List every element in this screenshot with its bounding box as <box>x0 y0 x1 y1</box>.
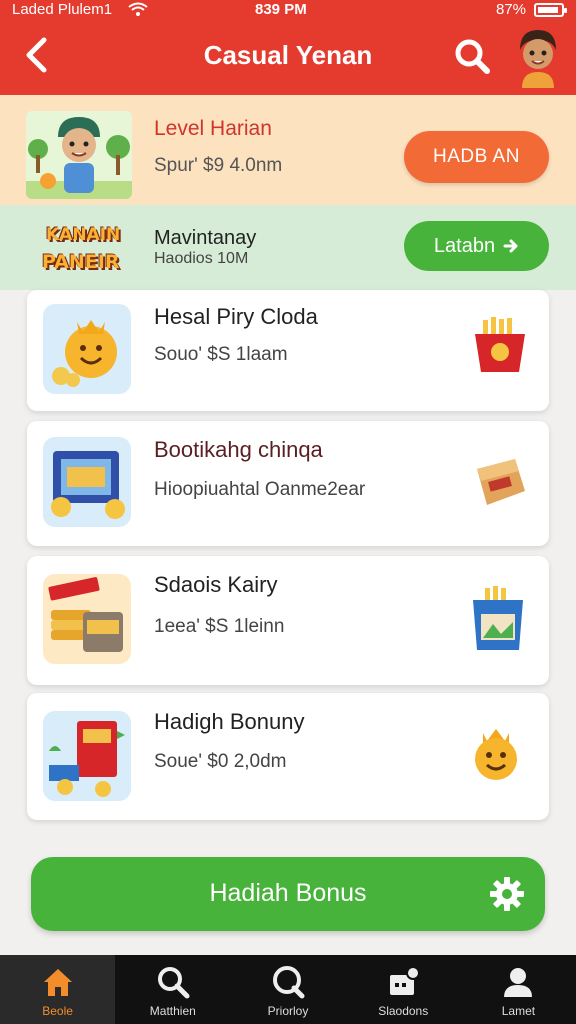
item-subtitle: Souo' $S 1laam <box>154 344 288 365</box>
search-icon <box>455 39 490 74</box>
nav-item-profile[interactable]: Lamet <box>461 955 576 1024</box>
nav-item-slaodons[interactable]: Slaodons <box>346 955 461 1024</box>
character-thumbnail <box>26 111 132 199</box>
snack-box-icon <box>467 584 529 654</box>
treasure-box-thumbnail <box>43 437 131 527</box>
battery-icon <box>534 2 567 17</box>
promo-title: Mavintanay <box>154 227 257 249</box>
bonus-button[interactable]: Hadiah Bonus <box>31 857 545 931</box>
profile-icon <box>504 968 533 997</box>
gift-box-thumbnail <box>43 711 131 801</box>
level-title: Level Harian <box>154 117 272 140</box>
list-item[interactable]: Hadigh Bonuny Soue' $0 2,0dm <box>27 693 549 820</box>
item-subtitle: 1eea' $S 1leinn <box>154 616 285 637</box>
promo-button[interactable]: Latabn <box>404 221 549 271</box>
search-icon <box>157 967 190 999</box>
item-subtitle: Hioopiuahtal Oanme2ear <box>154 479 366 500</box>
search-button[interactable] <box>454 38 490 74</box>
avatar[interactable] <box>514 28 562 88</box>
list-item[interactable]: Hesal Piry Cloda Souo' $S 1laam <box>27 290 549 411</box>
top-bar: Laded Plulem1 839 PM 87% Casual Yenan <box>0 0 576 95</box>
wifi-icon <box>128 2 148 16</box>
fries-box-icon <box>469 314 531 376</box>
arrow-right-icon <box>503 239 518 253</box>
bottom-nav: Beole Matthien Priorloy Slaodons Lamet <box>0 955 576 1024</box>
item-title: Hadigh Bonuny <box>154 709 305 734</box>
promo-logo: KANAIN PANEIR <box>42 225 121 273</box>
list-item[interactable]: Bootikahg chinqa Hioopiuahtal Oanme2ear <box>27 421 549 546</box>
promo-subtitle: Haodios 10M <box>154 250 249 267</box>
level-banner[interactable]: Level Harian Spur' $9 4.0nm HADB AN <box>0 95 576 205</box>
clock: 839 PM <box>255 1 307 18</box>
battery-percent: 87% <box>495 1 526 18</box>
home-icon <box>43 969 72 996</box>
level-subtitle: Spur' $9 4.0nm <box>154 155 283 176</box>
nav-item-matthien[interactable]: Matthien <box>115 955 230 1024</box>
status-bar: Laded Plulem1 839 PM 87% <box>0 0 576 22</box>
gift-bag-icon <box>467 451 529 513</box>
smiley-coin-icon <box>465 721 527 783</box>
list-item[interactable]: Sdaois Kairy 1eea' $S 1leinn <box>27 556 549 685</box>
claim-button[interactable]: HADB AN <box>404 131 549 183</box>
item-title: Sdaois Kairy <box>154 572 278 597</box>
smiley-coin-thumbnail <box>43 304 131 394</box>
item-title: Bootikahg chinqa <box>154 437 323 462</box>
store-icon <box>390 966 421 995</box>
gold-coins-thumbnail <box>43 574 131 664</box>
item-title: Hesal Piry Cloda <box>154 304 318 329</box>
search-icon <box>273 966 305 999</box>
nav-item-home[interactable]: Beole <box>0 955 116 1024</box>
nav-item-priorloy[interactable]: Priorloy <box>230 955 345 1024</box>
bonus-button-label: Hadiah Bonus <box>209 879 367 907</box>
item-subtitle: Soue' $0 2,0dm <box>154 751 287 772</box>
carrier-label: Laded Plulem1 <box>12 1 113 18</box>
gear-icon <box>490 877 524 911</box>
